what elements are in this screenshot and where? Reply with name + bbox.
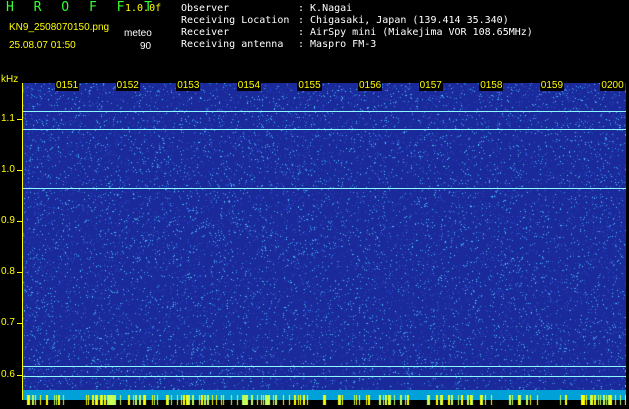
version-label: 1.0.0f <box>125 3 162 14</box>
signal-trace <box>23 375 626 377</box>
observer-value: : K.Nagai <box>298 3 353 14</box>
antenna-label: Receiving antenna <box>181 39 284 50</box>
location-value: : Chigasaki, Japan (139.414 35.340) <box>298 15 509 26</box>
observer-label: Observer <box>181 3 230 14</box>
time-label: 0151 <box>55 80 80 91</box>
location-label: Receiving Location <box>181 15 290 26</box>
time-label: 0200 <box>600 80 625 91</box>
bottom-band-noise <box>23 395 626 405</box>
signal-trace <box>23 365 626 367</box>
time-label: 0159 <box>539 80 565 91</box>
frequency-tick <box>17 374 22 376</box>
receiver-value: : AirSpy mini (Miakejima VOR 108.65MHz) <box>298 27 533 38</box>
filename-label: KN9_2508070150.png <box>9 22 110 33</box>
frequency-tick <box>17 272 22 274</box>
signal-trace <box>23 187 626 189</box>
frequency-label: 0.7 <box>1 317 15 329</box>
frequency-unit: kHz <box>1 74 19 85</box>
time-label: 0158 <box>479 80 504 91</box>
spectrogram-bottom-band <box>23 390 626 405</box>
receiver-label: Receiver <box>181 27 230 38</box>
datetime-label: 25.08.07 01:50 <box>9 40 76 51</box>
y-axis-line <box>22 83 23 400</box>
frequency-tick <box>17 118 22 120</box>
header-panel: H R O F F T 1.0.0f KN9_2508070150.png me… <box>0 0 629 74</box>
frequency-label: 0.6 <box>1 368 15 380</box>
time-label: 0153 <box>176 80 201 91</box>
meteor-label: meteo <box>124 28 152 39</box>
antenna-value: : Maspro FM-3 <box>298 39 377 50</box>
frequency-tick <box>17 169 22 171</box>
frequency-label: 0.8 <box>1 266 15 278</box>
time-label: 0154 <box>236 80 262 91</box>
frequency-tick <box>17 323 22 325</box>
signal-trace <box>23 111 626 113</box>
time-label: 0155 <box>297 80 322 91</box>
time-label: 0156 <box>358 80 383 91</box>
frequency-label: 0.9 <box>1 215 15 227</box>
meteor-count: 90 <box>140 41 152 52</box>
signal-trace <box>23 129 626 131</box>
time-label: 0152 <box>115 80 140 91</box>
frequency-tick <box>17 221 22 223</box>
time-label: 0157 <box>418 80 443 91</box>
frequency-label: 1.0 <box>1 163 15 175</box>
frequency-label: 1.1 <box>1 112 15 124</box>
